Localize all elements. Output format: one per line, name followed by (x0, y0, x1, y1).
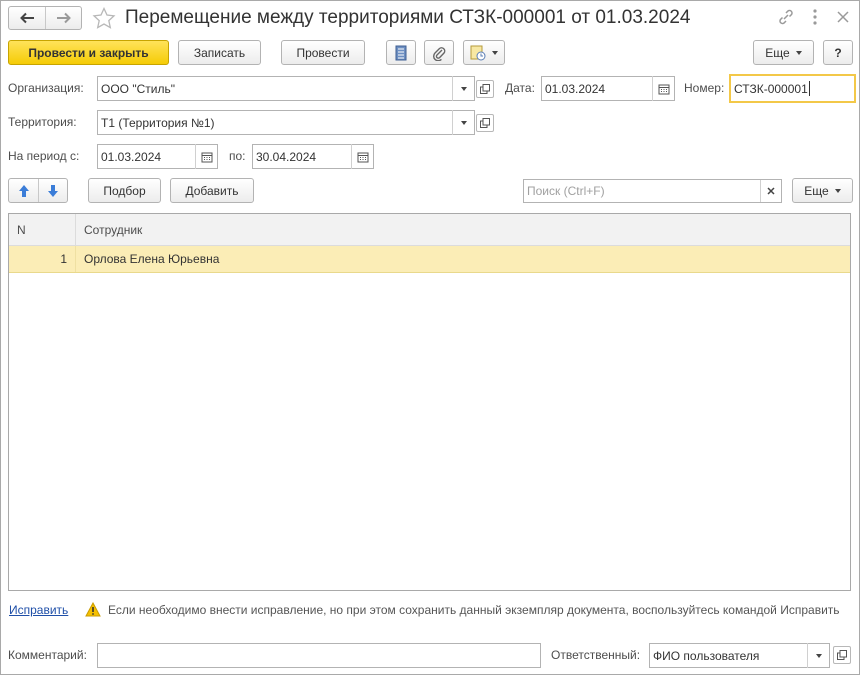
column-divider (75, 214, 76, 245)
document-create-icon (470, 45, 486, 60)
period-from-field[interactable]: 01.03.2024 (97, 144, 218, 169)
clear-x-icon (767, 187, 775, 195)
number-label: Номер: (684, 81, 725, 95)
open-window-icon (837, 650, 847, 660)
number-field[interactable]: СТЗК-000001 (729, 74, 856, 103)
column-header-employee[interactable]: Сотрудник (84, 214, 784, 245)
responsible-field[interactable]: ФИО пользователя (649, 643, 830, 668)
move-up-button[interactable] (9, 179, 39, 202)
arrow-up-icon (18, 184, 29, 197)
move-buttons-group (8, 178, 68, 203)
table-more-button[interactable]: Еще (792, 178, 853, 203)
link-icon-button[interactable] (776, 7, 796, 27)
back-arrow-icon (20, 12, 34, 24)
number-value: СТЗК-000001 (734, 81, 808, 96)
chevron-down-icon (460, 86, 467, 91)
responsible-dropdown-button[interactable] (807, 643, 829, 668)
search-placeholder: Поиск (Ctrl+F) (527, 184, 605, 198)
comment-label: Комментарий: (8, 648, 87, 662)
close-icon (837, 11, 849, 23)
arrow-down-icon (48, 184, 58, 197)
calendar-icon (658, 84, 669, 94)
responsible-label: Ответственный: (551, 648, 641, 662)
move-down-button[interactable] (39, 179, 67, 202)
period-to-field[interactable]: 30.04.2024 (252, 144, 374, 169)
post-button[interactable]: Провести (281, 40, 365, 65)
territory-label: Территория: (8, 115, 77, 129)
more-vertical-icon (813, 9, 817, 25)
column-divider (75, 246, 76, 272)
organization-field[interactable]: ООО "Стиль" (97, 76, 475, 101)
calendar-icon (357, 152, 368, 162)
employee-cell: Орлова Елена Юрьевна (84, 252, 220, 266)
comment-field[interactable] (97, 643, 541, 668)
row-number-cell: 1 (60, 252, 67, 266)
employees-table[interactable]: N Сотрудник 1 Орлова Елена Юрьевна (8, 213, 851, 591)
post-and-close-button[interactable]: Провести и закрыть (8, 40, 169, 65)
period-to-value: 30.04.2024 (256, 149, 317, 164)
responsible-value: ФИО пользователя (653, 648, 760, 663)
more-actions-button[interactable]: Еще (753, 40, 814, 65)
link-icon (779, 9, 793, 25)
search-input[interactable]: Поиск (Ctrl+F) (523, 179, 782, 203)
open-window-icon (480, 84, 490, 94)
correct-link[interactable]: Исправить (9, 603, 68, 617)
territory-dropdown-button[interactable] (452, 110, 474, 135)
help-button[interactable]: ? (823, 40, 853, 65)
organization-dropdown-button[interactable] (452, 76, 474, 101)
add-row-button[interactable]: Добавить (170, 178, 254, 203)
period-from-value: 01.03.2024 (101, 149, 162, 164)
star-icon (92, 6, 116, 29)
column-header-n[interactable]: N (17, 214, 73, 245)
calendar-icon (201, 152, 212, 162)
period-to-calendar-button[interactable] (351, 144, 373, 169)
organization-label: Организация: (8, 81, 84, 95)
close-window-button[interactable] (833, 7, 853, 27)
territory-open-button[interactable] (476, 114, 494, 132)
date-calendar-button[interactable] (652, 76, 674, 101)
organization-open-button[interactable] (476, 80, 494, 98)
period-to-label: по: (229, 149, 246, 163)
search-clear-button[interactable] (760, 180, 781, 202)
document-window: Перемещение между территориями СТЗК-0000… (0, 0, 860, 675)
territory-field[interactable]: Т1 (Территория №1) (97, 110, 475, 135)
back-button[interactable] (9, 7, 46, 29)
table-more-label: Еще (804, 183, 829, 198)
text-cursor (808, 81, 810, 96)
create-based-on-button[interactable] (463, 40, 505, 65)
territory-value: Т1 (Территория №1) (101, 115, 215, 130)
date-value: 01.03.2024 (545, 81, 606, 96)
open-window-icon (480, 118, 490, 128)
back-forward-group (8, 6, 82, 30)
date-field[interactable]: 01.03.2024 (541, 76, 675, 101)
menu-kebab-button[interactable] (807, 7, 823, 27)
warning-icon (85, 601, 101, 617)
table-row[interactable]: 1 Орлова Елена Юрьевна (9, 246, 850, 273)
responsible-open-button[interactable] (833, 646, 851, 664)
paperclip-icon (432, 46, 446, 61)
chevron-down-icon (834, 188, 841, 193)
date-label: Дата: (505, 81, 535, 95)
chevron-down-icon (460, 120, 467, 125)
attach-files-button[interactable] (424, 40, 454, 65)
chevron-down-icon (815, 653, 822, 658)
period-from-calendar-button[interactable] (195, 144, 217, 169)
select-button[interactable]: Подбор (88, 178, 161, 203)
forward-arrow-icon (56, 12, 71, 24)
document-journal-button[interactable] (386, 40, 416, 65)
period-from-label: На период с: (8, 149, 80, 163)
correction-message: Если необходимо внести исправление, но п… (108, 603, 840, 617)
document-list-icon (395, 45, 407, 60)
chevron-down-icon (492, 50, 498, 55)
save-button[interactable]: Записать (178, 40, 261, 65)
organization-value: ООО "Стиль" (101, 81, 175, 96)
favorite-star-button[interactable] (92, 6, 116, 29)
more-actions-label: Еще (765, 45, 790, 60)
window-title: Перемещение между территориями СТЗК-0000… (125, 7, 691, 28)
table-header: N Сотрудник (9, 214, 850, 246)
forward-button[interactable] (46, 7, 81, 29)
chevron-down-icon (795, 50, 802, 55)
